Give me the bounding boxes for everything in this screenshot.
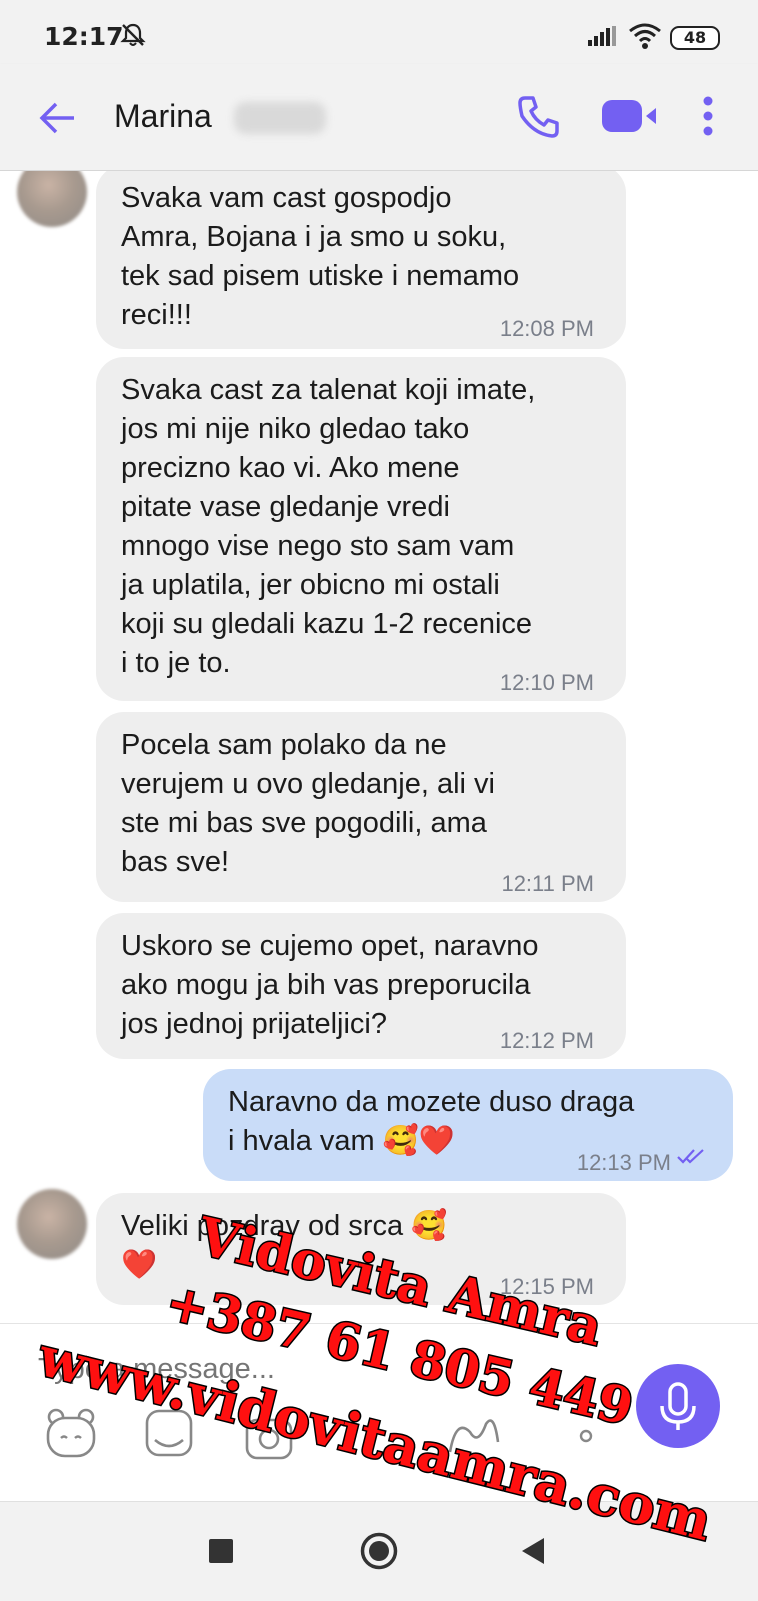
back-nav-icon[interactable] <box>520 1537 546 1565</box>
incoming-message[interactable]: Uskoro se cujemo opet, naravno ako mogu … <box>96 913 626 1059</box>
outgoing-message[interactable]: Naravno da mozete duso draga i hvala vam… <box>203 1069 733 1181</box>
voice-message-button[interactable] <box>636 1364 720 1448</box>
message-time: 12:10 PM <box>499 670 594 695</box>
bell-muted-icon <box>120 23 146 46</box>
microphone-icon <box>660 1382 696 1430</box>
message-text: Svaka cast za talenat koji imate, jos mi… <box>121 374 536 679</box>
sticker-bear-icon[interactable] <box>44 1408 98 1458</box>
message-list[interactable]: Svaka vam cast gospodjo Amra, Bojana i j… <box>0 171 758 1323</box>
home-icon[interactable] <box>359 1531 399 1571</box>
message-time: 12:08 PM <box>499 316 594 341</box>
more-options-icon[interactable] <box>702 96 714 136</box>
battery-indicator: 48 <box>670 26 720 50</box>
contact-avatar[interactable] <box>17 1189 87 1259</box>
incoming-message[interactable]: Svaka vam cast gospodjo Amra, Bojana i j… <box>96 171 626 349</box>
contact-avatar[interactable] <box>17 171 87 227</box>
message-time: 12:12 PM <box>499 1028 594 1053</box>
message-text: Pocela sam polako da ne verujem u ovo gl… <box>121 729 495 878</box>
signal-icon <box>588 26 616 46</box>
incoming-message[interactable]: Svaka cast za talenat koji imate, jos mi… <box>96 357 626 701</box>
recent-apps-icon[interactable] <box>208 1538 234 1564</box>
contact-name[interactable]: Marina <box>114 98 212 135</box>
phone-call-icon[interactable] <box>516 94 562 140</box>
back-arrow-icon[interactable] <box>38 98 78 138</box>
status-bar: 12:17 48 <box>0 0 758 64</box>
message-time: 12:13 PM <box>576 1150 671 1175</box>
message-time: 12:11 PM <box>501 871 594 896</box>
video-call-icon[interactable] <box>602 98 662 134</box>
wifi-icon <box>629 23 661 49</box>
chat-header: Marina <box>0 64 758 171</box>
incoming-message[interactable]: Pocela sam polako da ne verujem u ovo gl… <box>96 712 626 902</box>
status-time: 12:17 <box>44 22 124 51</box>
more-attachments-icon[interactable] <box>578 1428 594 1444</box>
blurred-surname <box>234 102 326 134</box>
read-receipt-icon <box>677 1149 704 1164</box>
